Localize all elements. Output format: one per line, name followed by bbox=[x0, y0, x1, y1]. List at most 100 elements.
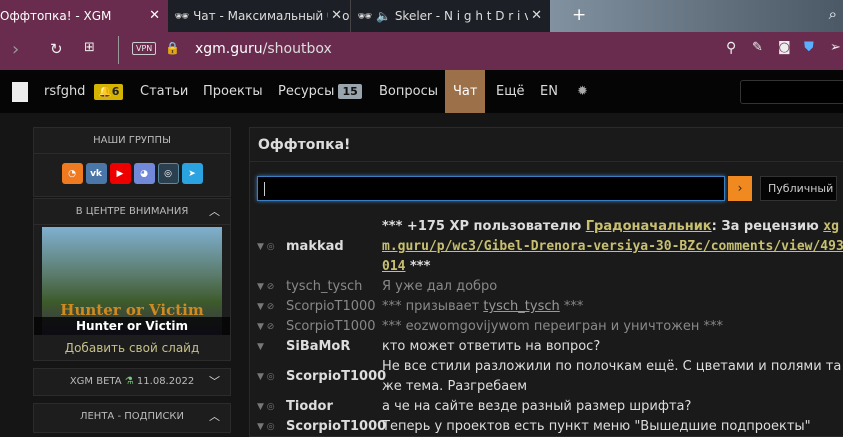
site-nav: rsfghd 🔔6 Статьи Проекты Ресурсы 15 Вопр… bbox=[0, 70, 843, 113]
tab-title: Skeler - N i g h t D r i v e bbox=[394, 9, 543, 23]
message-text: *** +175 XP пользователю Градоначальник:… bbox=[382, 219, 843, 274]
nav-label: Ресурсы bbox=[278, 84, 335, 99]
camera-icon[interactable]: ◙ bbox=[778, 40, 791, 55]
tab-title: Оффтопка! - XGM bbox=[0, 9, 112, 23]
close-icon[interactable]: ✕ bbox=[528, 8, 542, 23]
telegram-icon[interactable]: ➤ bbox=[181, 163, 203, 184]
new-tab-button[interactable]: + bbox=[572, 5, 586, 25]
message-user[interactable]: tysch_tysch bbox=[286, 277, 382, 297]
close-icon[interactable]: ✕ bbox=[149, 8, 160, 23]
message-row: ▼ ⊘ tysch_tysch Я уже дал добро bbox=[250, 277, 843, 297]
tab-bar: Оффтопка! - XGM ✕ 🕶 Чат - Максимальный бл… bbox=[0, 0, 843, 32]
notifications[interactable]: 🔔6 bbox=[94, 70, 124, 113]
vk-icon[interactable]: vk bbox=[85, 163, 107, 184]
nav-chat[interactable]: Чат bbox=[445, 70, 486, 113]
resources-count: 15 bbox=[338, 84, 362, 99]
lock-icon[interactable]: 🔒 bbox=[165, 41, 180, 55]
tab-title: Чат - Максимальный блог bbox=[193, 9, 350, 23]
hidden-icon[interactable]: ▼ ⊘ bbox=[250, 277, 286, 297]
slide-caption[interactable]: Hunter or Victim bbox=[34, 317, 230, 335]
message-row: ▼ ◎ Tiodor а че на сайте везде разный разм… bbox=[250, 397, 843, 417]
beta-title: XGM BETA bbox=[69, 376, 122, 387]
channel-select[interactable]: Публичный bbox=[760, 176, 837, 201]
message-user[interactable]: Tiodor bbox=[286, 397, 382, 417]
user-link[interactable]: tysch_tysch bbox=[483, 299, 559, 314]
message-user[interactable]: ScorpioT1000 bbox=[286, 297, 382, 317]
message-user[interactable]: SiBaMoR bbox=[286, 337, 382, 357]
message-user[interactable]: ScorpioT1000 bbox=[286, 317, 382, 337]
message-menu-icon[interactable]: ▼ ◎ bbox=[250, 357, 286, 397]
shield-icon[interactable]: ⛊ bbox=[804, 40, 814, 55]
message-row: ▼ ◎ makkad *** +175 XP пользователю Град… bbox=[250, 217, 843, 277]
edit-icon[interactable]: ✎ bbox=[752, 40, 763, 55]
youtube-icon[interactable]: ▶ bbox=[109, 163, 131, 184]
flask-icon: ⚗ bbox=[124, 376, 134, 387]
groups-title: НАШИ ГРУППЫ bbox=[34, 128, 230, 154]
user-menu[interactable]: rsfghd bbox=[44, 70, 85, 113]
gear-icon[interactable]: ✹ bbox=[577, 70, 588, 113]
feed-box: ЛЕНТА - ПОДПИСКИ ︿ bbox=[33, 403, 231, 433]
chevron-down-icon[interactable]: ﹀ bbox=[209, 369, 220, 395]
message-text: *** призывает tysch_tysch *** bbox=[382, 299, 584, 314]
nav-articles[interactable]: Статьи bbox=[140, 70, 188, 113]
beta-box: XGM BETA ⚗ 11.08.2022 ﹀ bbox=[33, 368, 231, 396]
send-button[interactable]: › bbox=[728, 176, 752, 201]
message-user[interactable]: ScorpioT1000 bbox=[286, 357, 386, 397]
xgm-icon[interactable]: ◎ bbox=[157, 163, 179, 184]
forward-icon[interactable]: › bbox=[12, 39, 19, 60]
tab[interactable]: 🕶 🔈 Skeler - N i g h t D r i v e ✕ bbox=[350, 0, 550, 32]
send-icon[interactable]: ➢ bbox=[830, 40, 841, 55]
grid-icon[interactable]: ⊞ bbox=[84, 40, 95, 55]
discord-icon[interactable]: ◕ bbox=[133, 163, 155, 184]
message-menu-icon[interactable]: ▼ ◎ bbox=[250, 417, 286, 437]
nav-language[interactable]: EN bbox=[540, 70, 558, 113]
zoom-icon[interactable]: ⚲ bbox=[726, 40, 736, 56]
rss-icon[interactable]: ◔ bbox=[61, 163, 83, 184]
user-link[interactable]: Градоначальник bbox=[586, 219, 712, 234]
reload-icon[interactable]: ↻ bbox=[50, 40, 63, 58]
message-menu-icon[interactable]: ▼ ◎ bbox=[250, 397, 286, 417]
vpn-badge[interactable]: VPN bbox=[132, 42, 157, 55]
message-user[interactable]: ScorpioT1000 bbox=[286, 417, 386, 437]
message-row: ▼ ◎ ScorpioT1000 Не все стили разложили по… bbox=[250, 357, 843, 397]
channel-value: Публичный bbox=[768, 182, 834, 195]
chat-input[interactable] bbox=[257, 176, 725, 201]
tab[interactable]: 🕶 Чат - Максимальный блог ✕ bbox=[168, 0, 350, 32]
incognito-icon: 🕶 🔈 bbox=[357, 9, 395, 23]
spotlight-title: В ЦЕНТРЕ ВНИМАНИЯ bbox=[75, 206, 189, 217]
message-text: Теперь у проектов есть пункт меню "Вышед… bbox=[382, 419, 811, 434]
url-field[interactable]: xgm.guru/shoutbox bbox=[195, 41, 332, 57]
incognito-icon: 🕶 bbox=[174, 9, 194, 23]
nav-projects[interactable]: Проекты bbox=[203, 70, 263, 113]
message-menu-icon[interactable]: ▼ ◎ bbox=[250, 217, 286, 277]
site-search-input[interactable] bbox=[740, 80, 843, 104]
chevron-up-icon[interactable]: ︿ bbox=[209, 199, 220, 225]
message-text: Я уже дал добро bbox=[382, 279, 498, 294]
search-icon[interactable]: ⌕ bbox=[829, 5, 837, 23]
nav-resources[interactable]: Ресурсы 15 bbox=[278, 70, 362, 113]
nav-questions[interactable]: Вопросы bbox=[379, 70, 438, 113]
page-title: Оффтопка! bbox=[250, 128, 843, 162]
beta-date: 11.08.2022 bbox=[136, 376, 195, 387]
url-path: /shoutbox bbox=[262, 41, 332, 57]
add-slide-link[interactable]: Добавить свой слайд bbox=[34, 335, 230, 361]
chat-panel: Оффтопка! › Публичный ▼ ◎ makkad *** +17… bbox=[249, 127, 843, 437]
message-row: ▼ SiBaMoR кто может ответить на вопрос? bbox=[250, 337, 843, 357]
divider bbox=[118, 36, 119, 64]
message-list: ▼ ◎ makkad *** +175 XP пользователю Град… bbox=[250, 217, 843, 437]
slide-image[interactable]: Hunter or Victim Hunter or Victim bbox=[34, 227, 230, 335]
message-menu-icon[interactable]: ▼ bbox=[250, 337, 286, 357]
message-row: ▼ ⊘ ScorpioT1000 *** призывает tysch_tysch… bbox=[250, 297, 843, 317]
url-host: xgm.guru bbox=[195, 41, 263, 57]
avatar[interactable] bbox=[12, 70, 28, 113]
spotlight-box: В ЦЕНТРЕ ВНИМАНИЯ ︿ Hunter or Victim Hunt… bbox=[33, 198, 231, 361]
chevron-up-icon[interactable]: ︿ bbox=[209, 404, 220, 430]
bell-icon: 🔔 bbox=[98, 85, 112, 98]
tab-active[interactable]: Оффтопка! - XGM ✕ bbox=[0, 0, 168, 32]
hidden-icon[interactable]: ▼ ⊘ bbox=[250, 297, 286, 317]
hidden-icon[interactable]: ▼ ⊘ bbox=[250, 317, 286, 337]
close-icon[interactable]: ✕ bbox=[328, 8, 342, 23]
nav-more[interactable]: Ещё bbox=[496, 70, 524, 113]
message-row: ▼ ◎ ScorpioT1000 Теперь у проектов есть пу… bbox=[250, 417, 843, 437]
message-user[interactable]: makkad bbox=[286, 217, 382, 277]
